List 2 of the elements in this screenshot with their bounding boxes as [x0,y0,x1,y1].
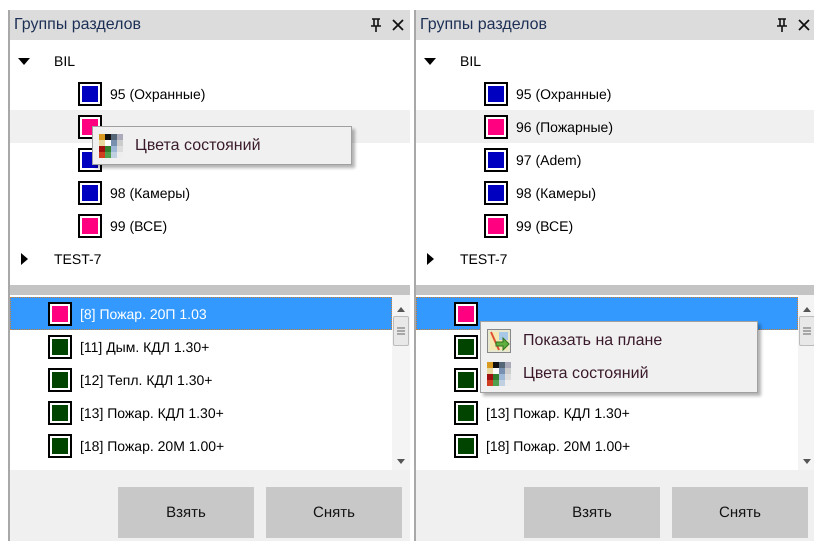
panel-title: Группы разделов [420,16,548,34]
panel-title: Группы разделов [14,16,142,34]
